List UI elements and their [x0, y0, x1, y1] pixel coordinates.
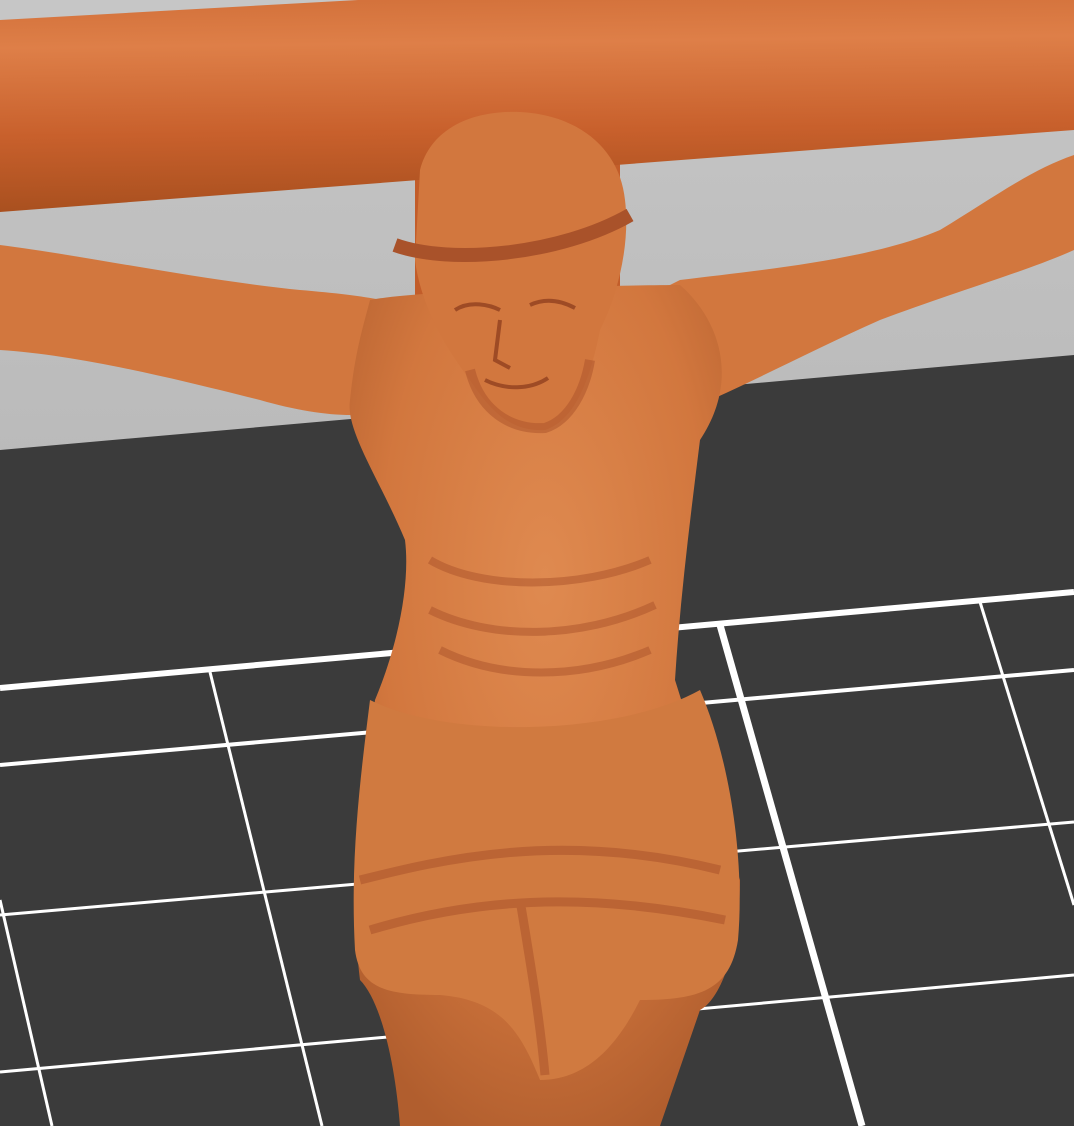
3d-viewport[interactable] — [0, 0, 1074, 1126]
